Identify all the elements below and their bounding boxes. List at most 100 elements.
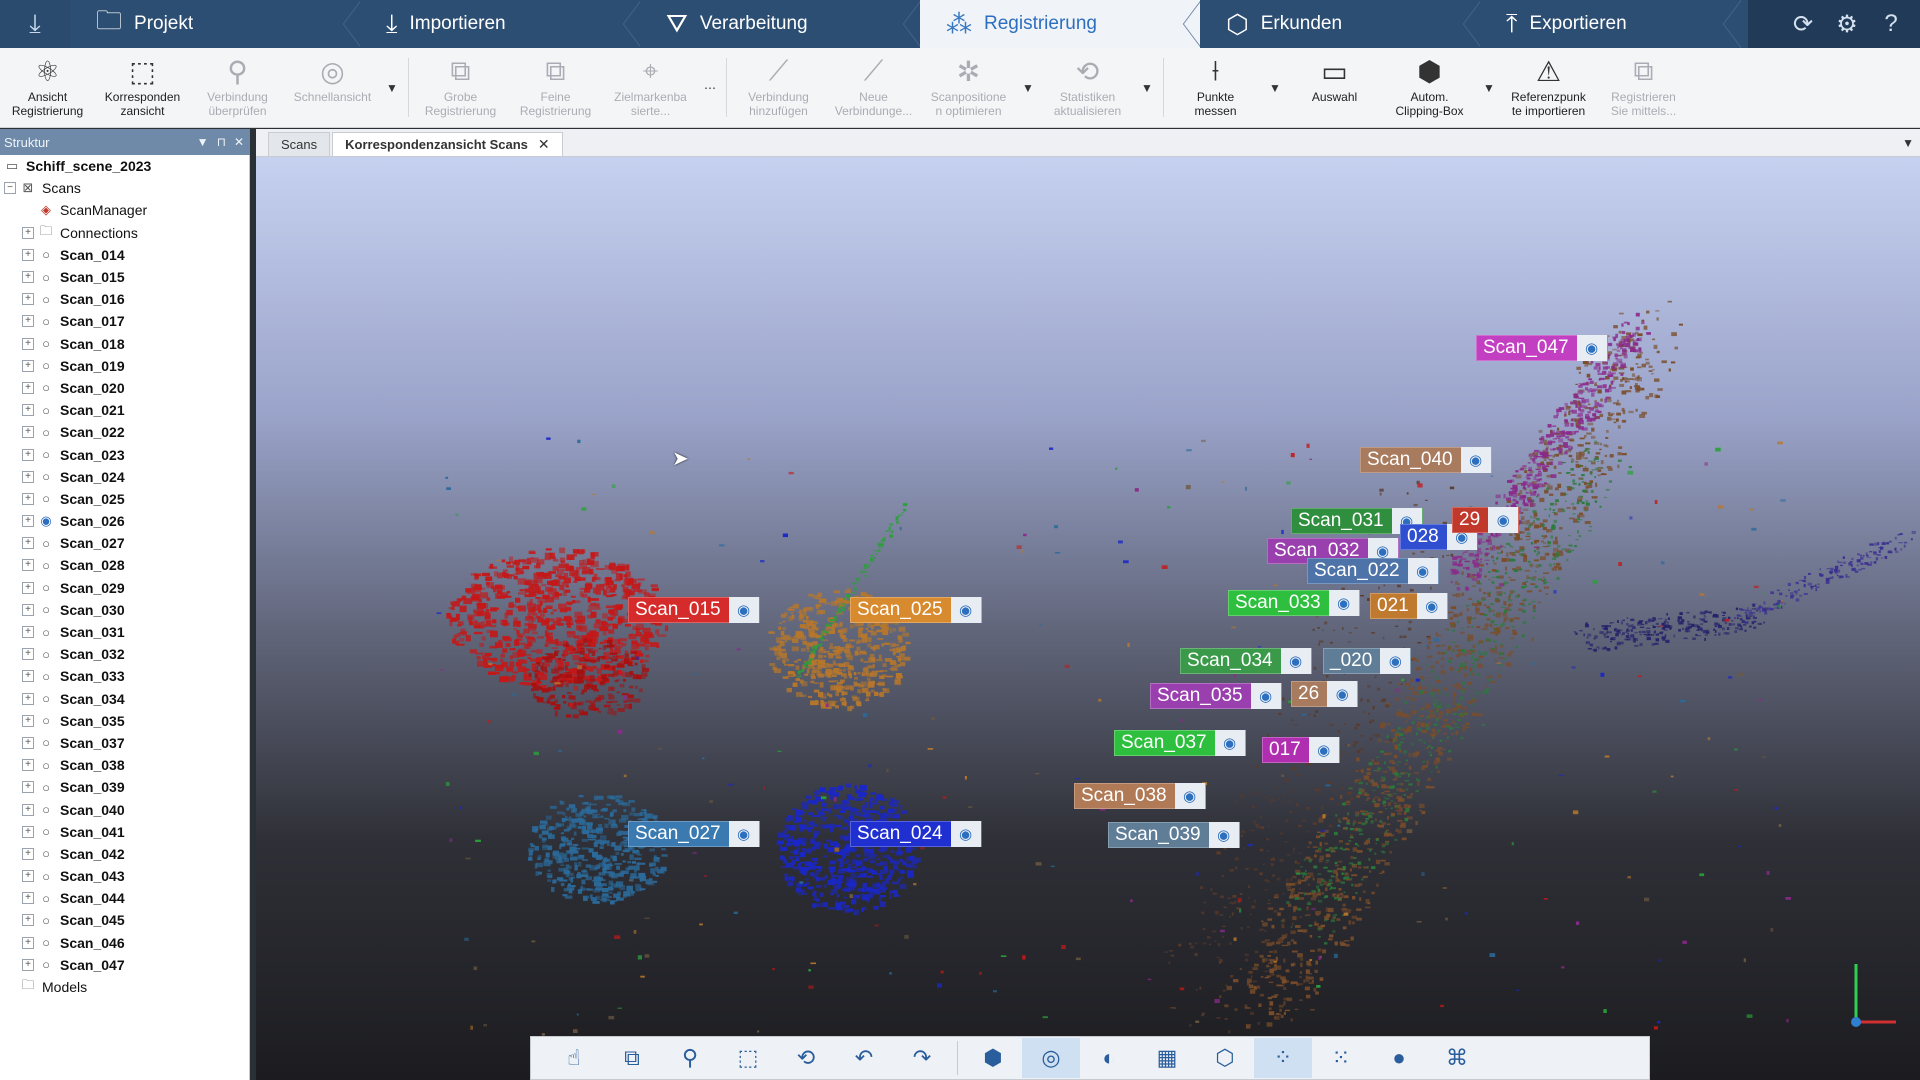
eye-icon[interactable]: ◉	[1214, 730, 1245, 756]
scan-label[interactable]: Scan_037 ◉	[1114, 730, 1246, 756]
tree-scan-item[interactable]: + ○ Scan_016	[0, 288, 249, 310]
view-perspective-icon[interactable]: ⧉	[603, 1038, 661, 1078]
eye-icon[interactable]: ◉	[1308, 737, 1339, 763]
expand-icon[interactable]: +	[22, 226, 34, 239]
more-icon[interactable]: ⋯	[698, 48, 722, 127]
point-size-icon[interactable]: ⁙	[1312, 1038, 1370, 1078]
tree-scan-item[interactable]: + ○ Scan_028	[0, 554, 249, 576]
expand-icon[interactable]: +	[22, 958, 34, 971]
tree-scanmanager[interactable]: ◈ ScanManager	[0, 199, 249, 221]
expand-icon[interactable]: +	[22, 692, 34, 705]
tree-scan-item[interactable]: + ○ Scan_046	[0, 932, 249, 954]
tree-scan-item[interactable]: + ○ Scan_035	[0, 710, 249, 732]
tab-registrierung[interactable]: ⁂ Registrierung	[920, 0, 1201, 48]
expand-icon[interactable]: +	[22, 936, 34, 949]
color-mode-icon[interactable]: ●	[1370, 1038, 1428, 1078]
scan-label[interactable]: Scan_040 ◉	[1360, 447, 1492, 473]
correspondence-view-button[interactable]: ⬚ Korresponden zansicht	[95, 48, 190, 127]
scan-label[interactable]: 021 ◉	[1370, 593, 1448, 619]
close-icon[interactable]: ✕	[538, 136, 550, 153]
box-view-icon[interactable]: ⬢	[964, 1038, 1022, 1078]
clip-plane-icon[interactable]: ◐	[1080, 1038, 1138, 1078]
expand-icon[interactable]: +	[22, 825, 34, 838]
expand-icon[interactable]: +	[22, 271, 34, 284]
update-statistics-button[interactable]: ⟲ Statistiken aktualisieren	[1040, 48, 1135, 127]
tree-scan-item[interactable]: + ○ Scan_047	[0, 954, 249, 976]
tree-scan-item[interactable]: + ○ Scan_043	[0, 865, 249, 887]
tree-scan-item[interactable]: + ○ Scan_040	[0, 798, 249, 820]
tree-scan-item[interactable]: + ○ Scan_014	[0, 244, 249, 266]
expand-icon[interactable]: +	[22, 381, 34, 394]
tree-scans[interactable]: − ⊠ Scans	[0, 177, 249, 199]
tree-scan-item[interactable]: + ○ Scan_044	[0, 887, 249, 909]
optimize-positions-button[interactable]: ✲ Scanpositione n optimieren	[921, 48, 1016, 127]
expand-icon[interactable]: +	[22, 537, 34, 550]
expand-icon[interactable]: +	[22, 759, 34, 772]
scan-label[interactable]: Scan_038 ◉	[1074, 783, 1206, 809]
help-icon[interactable]: ?	[1876, 10, 1906, 38]
scan-label[interactable]: Scan_035 ◉	[1150, 683, 1282, 709]
chevron-down-icon[interactable]: ▼	[197, 135, 209, 149]
check-connection-button[interactable]: ⚲ Verbindung überprüfen	[190, 48, 285, 127]
tree-models[interactable]: 🗀 Models	[0, 976, 249, 998]
undo-view-icon[interactable]: ↶	[835, 1038, 893, 1078]
tree-scan-item[interactable]: + ○ Scan_024	[0, 466, 249, 488]
tree-scan-item[interactable]: + ○ Scan_045	[0, 909, 249, 931]
tree-scan-item[interactable]: + ○ Scan_027	[0, 532, 249, 554]
tab-verarbeitung[interactable]: ⛛ Verarbeitung	[640, 0, 921, 48]
expand-icon[interactable]: +	[22, 293, 34, 306]
measure-points-button[interactable]: ⟊ Punkte messen	[1168, 48, 1263, 127]
eye-icon[interactable]: ◉	[1407, 558, 1438, 584]
scan-label[interactable]: Scan_015 ◉	[628, 597, 760, 623]
scan-label[interactable]: Scan_047 ◉	[1476, 335, 1608, 361]
refresh-icon[interactable]: ⟳	[1788, 10, 1818, 39]
scan-label[interactable]: 29 ◉	[1452, 507, 1520, 533]
tree-scan-item[interactable]: + ○ Scan_042	[0, 843, 249, 865]
tab-scans[interactable]: Scans	[268, 132, 331, 156]
expand-icon[interactable]: +	[22, 670, 34, 683]
scan-label[interactable]: Scan_034 ◉	[1180, 648, 1312, 674]
tree-scan-item[interactable]: + ○ Scan_018	[0, 333, 249, 355]
pin-icon[interactable]: ⊓	[217, 135, 226, 149]
close-icon[interactable]: ✕	[234, 135, 244, 149]
scan-label[interactable]: Scan_027 ◉	[628, 821, 760, 847]
tree-scan-item[interactable]: + ○ Scan_034	[0, 688, 249, 710]
tree-connections[interactable]: + 🗀 Connections	[0, 222, 249, 244]
tree-scan-item[interactable]: + ○ Scan_019	[0, 355, 249, 377]
eye-icon[interactable]: ◉	[1174, 783, 1205, 809]
chevron-down-icon[interactable]: ▼	[1477, 48, 1501, 127]
scan-label[interactable]: 26 ◉	[1291, 681, 1359, 707]
selection-button[interactable]: ▭ Auswahl	[1287, 48, 1382, 127]
expand-icon[interactable]: +	[22, 359, 34, 372]
redo-view-icon[interactable]: ↷	[893, 1038, 951, 1078]
expand-icon[interactable]: +	[22, 603, 34, 616]
hexagon-icon[interactable]: ⬡	[1196, 1038, 1254, 1078]
tree-scan-item[interactable]: + ○ Scan_032	[0, 643, 249, 665]
chevron-down-icon[interactable]: ▼	[1263, 48, 1287, 127]
import-reference-button[interactable]: ⚠ Referenzpunk te importieren	[1501, 48, 1596, 127]
expand-icon[interactable]: +	[22, 492, 34, 505]
quick-view-button[interactable]: ◎ Schnellansicht	[285, 48, 380, 127]
tree-scan-item[interactable]: + ◉ Scan_026	[0, 510, 249, 532]
eye-icon[interactable]: ◉	[950, 821, 981, 847]
chevron-down-icon[interactable]: ▼	[1016, 48, 1040, 127]
eye-icon[interactable]: ◉	[1328, 590, 1359, 616]
tab-importieren[interactable]: ⤓ Importieren	[360, 0, 641, 48]
expand-icon[interactable]: +	[22, 914, 34, 927]
eye-icon[interactable]: ◉	[1327, 681, 1358, 707]
tree-scan-item[interactable]: + ○ Scan_022	[0, 421, 249, 443]
tree-scan-item[interactable]: + ○ Scan_020	[0, 377, 249, 399]
point-density-icon[interactable]: ⁘	[1254, 1038, 1312, 1078]
view-cube-icon[interactable]: ⬚	[719, 1038, 777, 1078]
eye-icon[interactable]: ◉	[728, 821, 759, 847]
tree-scan-item[interactable]: + ○ Scan_041	[0, 821, 249, 843]
expand-icon[interactable]: +	[22, 426, 34, 439]
tree-scan-item[interactable]: + ○ Scan_033	[0, 665, 249, 687]
expand-icon[interactable]: +	[22, 648, 34, 661]
rotate-icon[interactable]: ⟲	[777, 1038, 835, 1078]
expand-icon[interactable]: +	[22, 581, 34, 594]
tree-scan-item[interactable]: + ○ Scan_021	[0, 399, 249, 421]
expand-icon[interactable]: +	[22, 515, 34, 528]
register-via-button[interactable]: ⧉ Registrieren Sie mittels...	[1596, 48, 1691, 127]
registration-view-button[interactable]: ⚛ Ansicht Registrierung	[0, 48, 95, 127]
